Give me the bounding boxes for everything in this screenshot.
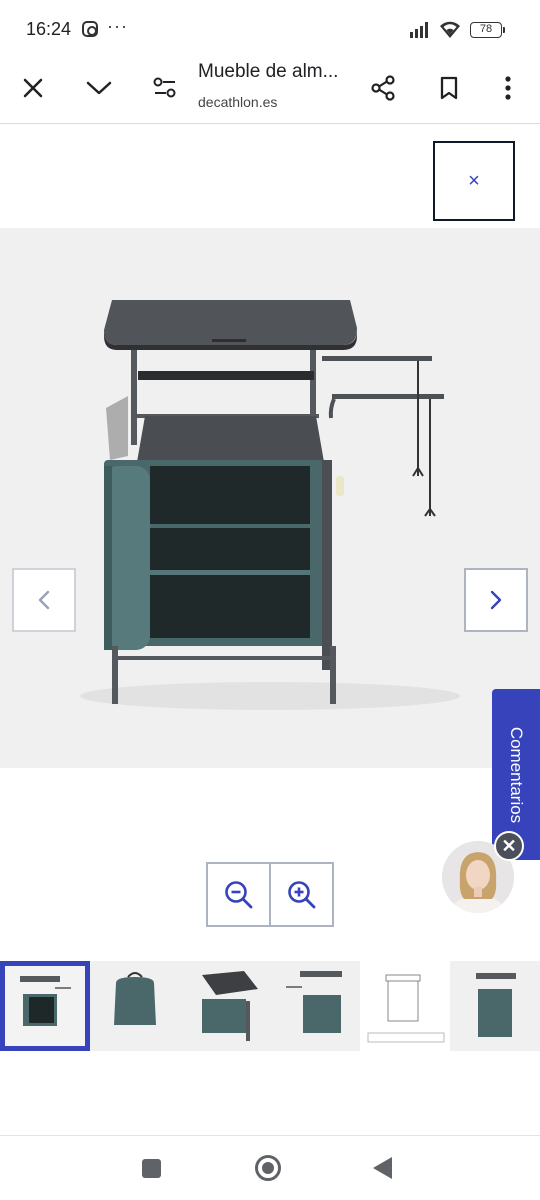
close-icon: ×: [468, 169, 480, 192]
thumbnail-5[interactable]: [360, 961, 450, 1051]
status-bar: 16:24 ··· 78: [0, 0, 540, 54]
bookmark-icon[interactable]: [429, 68, 469, 108]
next-image-button[interactable]: [464, 568, 528, 632]
share-icon[interactable]: [363, 68, 403, 108]
feedback-label: Comentarios: [507, 726, 526, 823]
thumbnail-image: [114, 972, 156, 1025]
zoom-out-button[interactable]: [208, 864, 269, 925]
product-image-viewer: × Comentarios ✕: [0, 125, 540, 1135]
thumbnail-image: [360, 961, 450, 1051]
zoom-controls: [206, 862, 334, 927]
chevron-left-icon: [38, 590, 50, 610]
thumbnail-image: [476, 973, 516, 1037]
thumbnail-image: [202, 971, 258, 1041]
page-title: Mueble de alm...: [198, 61, 339, 82]
more-vert-icon[interactable]: [488, 68, 528, 108]
previous-image-button[interactable]: [12, 568, 76, 632]
thumbnail-4[interactable]: [270, 961, 360, 1051]
close-icon: ✕: [501, 835, 517, 856]
close-icon[interactable]: [13, 68, 53, 108]
battery-icon: 78: [470, 22, 505, 38]
page-url: decathlon.es: [198, 94, 278, 110]
thumbnail-3[interactable]: [180, 961, 270, 1051]
custom-tab-toolbar: Mueble de alm... decathlon.es: [0, 54, 540, 124]
chevron-down-icon[interactable]: [79, 68, 119, 108]
back-icon[interactable]: [373, 1157, 392, 1179]
thumbnail-6[interactable]: [450, 961, 540, 1051]
thumbnail-image: [20, 976, 71, 1026]
close-assistant-button[interactable]: ✕: [494, 831, 524, 861]
thumbnail-image: [286, 971, 342, 1033]
thumbnail-1[interactable]: [0, 961, 90, 1051]
product-image[interactable]: [0, 228, 540, 768]
system-navigation-bar: [0, 1135, 540, 1200]
thumbnail-strip: [0, 961, 540, 1051]
signal-icon: [410, 22, 428, 38]
wifi-icon: [440, 21, 460, 38]
chevron-right-icon: [490, 590, 502, 610]
zoom-in-icon: [287, 880, 315, 908]
page-settings-icon[interactable]: [145, 68, 185, 108]
camping-kitchen-cabinet-illustration: [80, 300, 460, 710]
recent-apps-icon[interactable]: [142, 1159, 161, 1178]
home-icon[interactable]: [255, 1155, 281, 1181]
thumbnail-2[interactable]: [90, 961, 180, 1051]
instagram-icon: [82, 21, 98, 37]
status-time: 16:24: [26, 19, 72, 39]
zoom-in-button[interactable]: [269, 864, 332, 925]
zoom-out-icon: [224, 880, 252, 908]
viewer-close-button[interactable]: ×: [433, 141, 515, 221]
status-more-indicator: ···: [107, 16, 128, 36]
